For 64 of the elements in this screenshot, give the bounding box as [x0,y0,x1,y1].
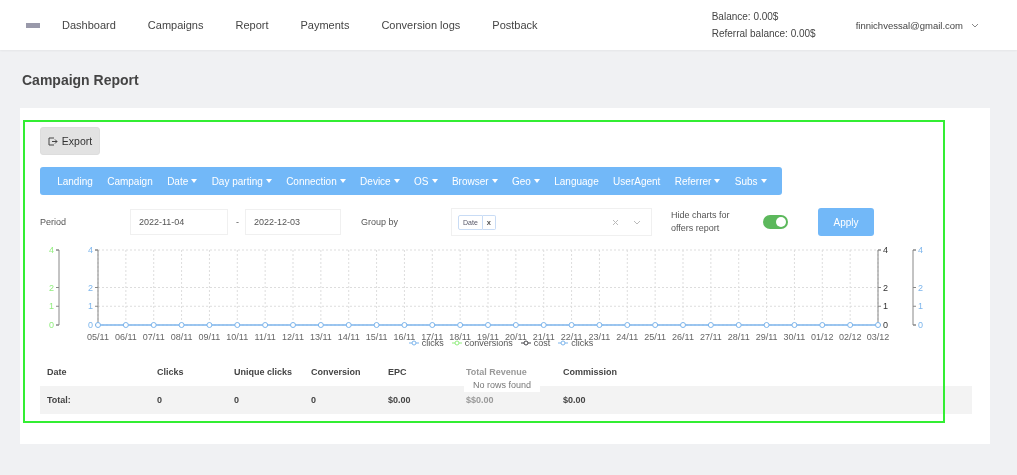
x-axis-label: 08/11 [170,332,193,342]
x-axis-label: 01/12 [811,332,834,342]
table-cell-text: 0 [234,395,240,405]
y-axis-label: 0 [918,320,923,330]
x-axis-label: 23/11 [588,332,611,342]
y-axis-label: 0 [49,320,54,330]
table-cell-text: Total: [47,395,72,405]
x-axis-label: 29/11 [755,332,778,342]
y-axis-label: 1 [49,301,54,312]
y-axis-label: 2 [918,282,923,293]
column-header: Conversion [311,367,362,377]
column-header: Date [47,367,68,377]
y-axis-label: 1 [918,301,923,312]
x-axis-label: 10/11 [226,332,249,342]
x-axis-label: 03/12 [866,332,890,342]
date-separator: - [236,217,239,227]
y-axis-label: 2 [49,282,54,293]
x-axis-label: 15/11 [365,332,388,342]
x-axis-label: 11/11 [254,332,276,342]
y-axis-label: 1 [883,301,888,312]
x-axis-label: 06/11 [114,332,137,342]
group-by-label: Group by [361,217,400,227]
x-axis-label: 05/11 [87,332,109,342]
table-cell-text: $$0.00 [466,395,495,405]
x-axis-label: 26/11 [672,332,694,342]
x-axis-label: 18/11 [449,332,472,342]
empty-message: No rows found [464,378,540,392]
x-axis-label: 20/11 [504,332,527,342]
column-header: Commission [563,367,618,377]
column-header: Total Revenue [466,367,528,377]
table-cell-text: 0 [311,395,317,405]
x-axis-label: 09/11 [198,332,221,342]
x-axis-label: 19/11 [477,332,499,342]
table-cell-text: 0 [157,395,163,405]
x-axis-label: 12/11 [282,332,304,342]
table-cell-text: $0.00 [388,395,412,405]
referral-balance-text: Referral balance: 0.00$ [711,28,816,39]
column-header: Unique clicks [234,367,294,377]
column-header: Clicks [157,367,185,377]
y-axis-label: 4 [88,245,93,255]
balance-text: Balance: 0.00$ [711,11,780,22]
x-axis-label: 02/12 [838,332,862,342]
x-axis-label: 16/11 [393,332,416,342]
y-axis-label: 1 [88,301,93,312]
x-axis-label: 30/11 [783,332,806,342]
y-axis-label: 4 [883,245,888,255]
x-axis-label: 27/11 [699,332,722,342]
x-axis-label: 24/11 [616,332,639,342]
x-axis-label: 14/11 [337,332,360,342]
x-axis-label: 25/11 [644,332,667,342]
y-axis-label: 4 [918,245,923,255]
period-label: Period [40,217,67,227]
y-axis-label: 0 [88,320,93,330]
page-title: Campaign Report [22,72,140,88]
x-axis-label: 07/11 [142,332,165,342]
y-axis-label: 2 [883,282,888,293]
y-axis-label: 4 [49,245,54,255]
table-cell-text: $0.00 [563,395,587,405]
hide-charts-label: Hide charts for offers report [671,209,731,235]
x-axis-label: 28/11 [727,332,750,342]
y-axis-label: 2 [88,282,93,293]
column-header: EPC [388,367,408,377]
x-axis-label: 13/11 [309,332,332,342]
y-axis-label: 0 [883,320,888,330]
